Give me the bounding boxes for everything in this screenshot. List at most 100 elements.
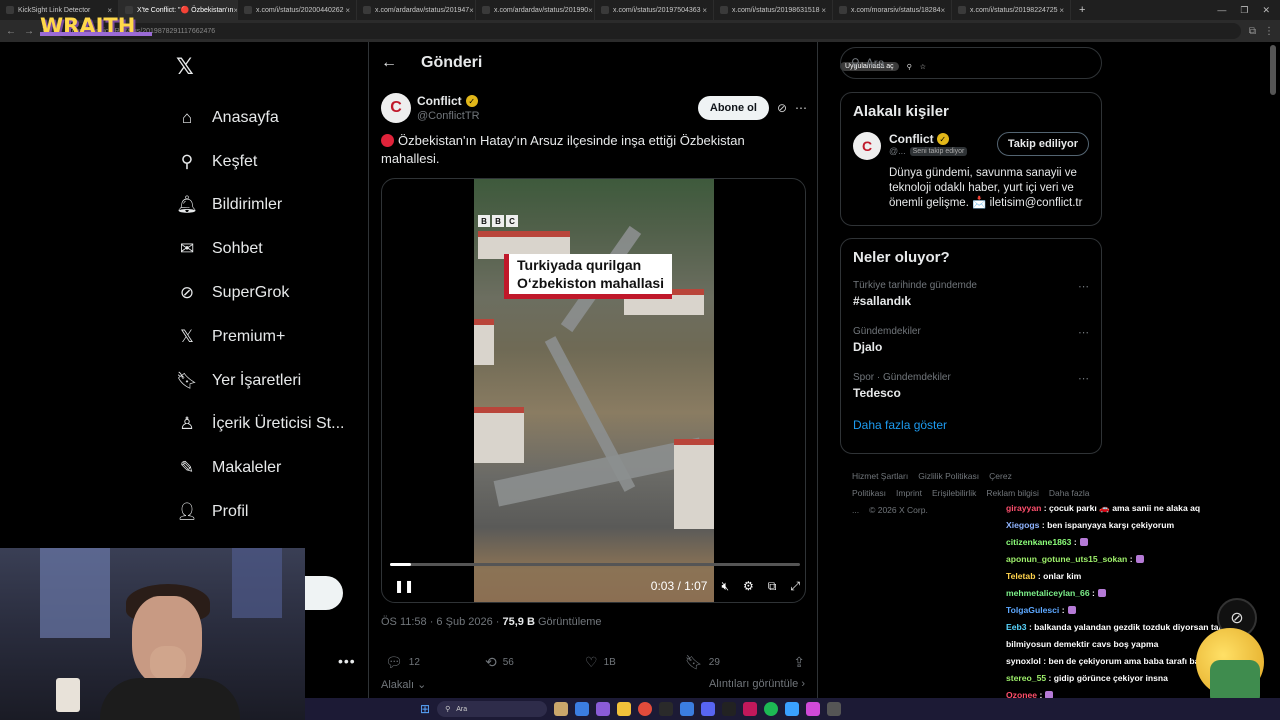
address-bar[interactable]: x.com/ConflictTR/status/2019878291117662… [58, 23, 1241, 71]
taskbar-app-icon[interactable] [659, 702, 674, 716]
bookmark-button[interactable]: 🔖︎ 29 [685, 654, 785, 671]
related-avatar[interactable]: C [853, 132, 881, 160]
tab-close-icon[interactable]: × [821, 6, 826, 15]
nav-item[interactable]: ⊘ SuperGrok [176, 271, 344, 315]
trend-more-icon[interactable]: ⋯ [1078, 372, 1089, 385]
fullscreen-icon[interactable]: ⤢ [790, 579, 800, 594]
share-button[interactable]: ⇪ [793, 654, 805, 671]
taskbar-app-icon[interactable] [596, 702, 611, 716]
browser-tab[interactable]: x.com/i/status/20200440262 × [238, 0, 357, 20]
related-person[interactable]: C Conflict ✓ @... Seni takip ediyor Takip … [841, 120, 1101, 172]
footer-link[interactable]: Imprint [896, 488, 922, 498]
post-button[interactable] [305, 576, 343, 610]
chat-username[interactable]: aponun_gotune_uts15_sokan [1006, 554, 1127, 564]
nav-item[interactable]: 🔔︎ Bildirimler [176, 184, 344, 228]
chat-username[interactable]: stereo_55 [1006, 673, 1046, 683]
taskbar-search[interactable]: ⚲ Ara [437, 701, 548, 717]
author-display-name[interactable]: Conflict ✓ [417, 94, 480, 108]
related-name[interactable]: Conflict ✓ [889, 132, 967, 146]
view-quotes-link[interactable]: Alıntıları görüntüle › [709, 678, 805, 691]
taskbar-app-icon[interactable] [785, 702, 800, 716]
browser-tab[interactable]: x.com/i/status/20198631518 × [714, 0, 833, 20]
taskbar-spotify-icon[interactable] [764, 702, 779, 716]
chat-username[interactable]: synoxlol [1006, 656, 1041, 666]
reply-button[interactable]: 💬︎ 12 [385, 654, 485, 671]
browser-tab[interactable]: X'te Conflict: "🔴 Özbekistan'ın × [119, 0, 238, 20]
taskbar-app-icon[interactable] [701, 702, 716, 716]
tab-close-icon[interactable]: × [702, 6, 707, 15]
taskbar-app-icon[interactable] [554, 702, 569, 716]
browser-tab[interactable]: x.com/ardardav/status/201990 × [476, 0, 595, 20]
tab-close-icon[interactable]: × [469, 6, 474, 15]
nav-item[interactable]: ⌂ Anasayfa [176, 96, 344, 140]
page-scrollbar[interactable] [1270, 45, 1276, 95]
pause-icon[interactable]: ❚❚ [394, 579, 414, 593]
footer-link[interactable]: Reklam bilgisi [986, 488, 1038, 498]
forward-nav-icon[interactable]: → [24, 26, 34, 37]
chat-username[interactable]: Eeb3 [1006, 622, 1027, 632]
maximize-icon[interactable]: ❐ [1240, 5, 1248, 16]
taskbar-app-icon[interactable] [722, 702, 737, 716]
chat-username[interactable]: Teletab [1006, 571, 1035, 581]
tab-close-icon[interactable]: × [940, 6, 945, 15]
new-tab-icon[interactable]: + [1071, 4, 1093, 16]
taskbar-app-icon[interactable] [575, 702, 590, 716]
nav-item[interactable]: 𝕏 Premium+ [176, 315, 344, 359]
subscribe-button[interactable]: Abone ol [697, 96, 769, 120]
browser-menu-icon[interactable]: ⋮ [1264, 26, 1274, 37]
extensions-icon[interactable]: ⧉ [1249, 26, 1256, 37]
trend-item[interactable]: Gündemdekiler Djalo ⋯ [841, 320, 1101, 366]
tab-close-icon[interactable]: × [345, 6, 350, 15]
more-options-icon[interactable]: ⋯ [795, 101, 807, 115]
close-window-icon[interactable]: ✕ [1262, 5, 1270, 16]
footer-link[interactable]: © 2026 X Corp. [869, 505, 928, 515]
trend-item[interactable]: Türkiye tarihinde gündemde #sallandık ⋯ [841, 274, 1101, 320]
nav-item[interactable]: 👤︎ Profil [176, 490, 344, 534]
back-arrow-icon[interactable]: ← [381, 54, 397, 72]
nav-item[interactable]: ✉ Sohbet [176, 227, 344, 271]
mute-icon[interactable]: 🔇︎ [721, 579, 729, 594]
following-button[interactable]: Takip ediliyor [996, 132, 1089, 156]
chat-username[interactable]: Xiegogs [1006, 520, 1039, 530]
browser-tab[interactable]: x.com/ardardav/status/201947 × [357, 0, 476, 20]
taskbar-app-icon[interactable] [617, 702, 632, 716]
taskbar-app-icon[interactable] [806, 702, 821, 716]
footer-link[interactable]: Gizlilik Politikası [918, 471, 979, 481]
taskbar-app-icon[interactable] [743, 702, 758, 716]
chat-username[interactable]: mehmetaliceylan_66 [1006, 588, 1090, 598]
pip-icon[interactable]: ⧉ [768, 579, 777, 594]
grok-icon[interactable]: ⊘ [777, 101, 787, 115]
like-button[interactable]: ♡ 1B [585, 654, 685, 671]
trend-more-icon[interactable]: ⋯ [1078, 326, 1089, 339]
author-avatar[interactable]: C [381, 93, 411, 123]
nav-item[interactable]: 🔖︎ Yer İşaretleri [176, 359, 344, 403]
trend-item[interactable]: Spor · Gündemdekiler Tedesco ⋯ [841, 366, 1101, 412]
nav-item[interactable]: ✎ Makaleler [176, 446, 344, 490]
taskbar-app-icon[interactable] [680, 702, 695, 716]
tab-close-icon[interactable]: × [1059, 6, 1064, 15]
footer-link[interactable]: Hizmet Şartları [852, 471, 908, 481]
chat-username[interactable]: citizenkane1863 [1006, 537, 1071, 547]
search-input[interactable]: ⚲ Ara [840, 47, 1102, 79]
taskbar-chrome-icon[interactable] [638, 702, 653, 716]
repost-button[interactable]: ⟲ 56 [485, 654, 585, 671]
footer-link[interactable]: Erişilebilirlik [932, 488, 976, 498]
video-player[interactable]: BBC Turkiyada qurilgan O‘zbekiston mahal… [381, 178, 806, 603]
tab-close-icon[interactable]: × [588, 6, 593, 15]
trend-more-icon[interactable]: ⋯ [1078, 280, 1089, 293]
nav-item[interactable]: ⚲ Keşfet [176, 140, 344, 184]
video-progress-bar[interactable] [390, 563, 800, 566]
taskbar-app-icon[interactable] [827, 702, 842, 716]
chat-username[interactable]: girayyan [1006, 503, 1041, 513]
settings-gear-icon[interactable]: ⚙ [743, 579, 754, 593]
x-logo-icon[interactable]: 𝕏 [176, 54, 194, 80]
author-handle[interactable]: @ConflictTR [417, 110, 480, 122]
browser-tab[interactable]: x.com/i/status/20197504363 × [595, 0, 714, 20]
browser-tab[interactable]: x.com/morarsiv/status/18284 × [833, 0, 952, 20]
minimize-icon[interactable]: — [1217, 5, 1226, 16]
back-nav-icon[interactable]: ← [6, 26, 16, 37]
show-more-link[interactable]: Daha fazla göster [841, 412, 1101, 444]
nav-item[interactable]: ♙ İçerik Üreticisi St... [176, 403, 344, 447]
chat-username[interactable]: TolgaGulesci [1006, 605, 1059, 615]
browser-tab[interactable]: x.com/i/status/20198224725 × [952, 0, 1071, 20]
